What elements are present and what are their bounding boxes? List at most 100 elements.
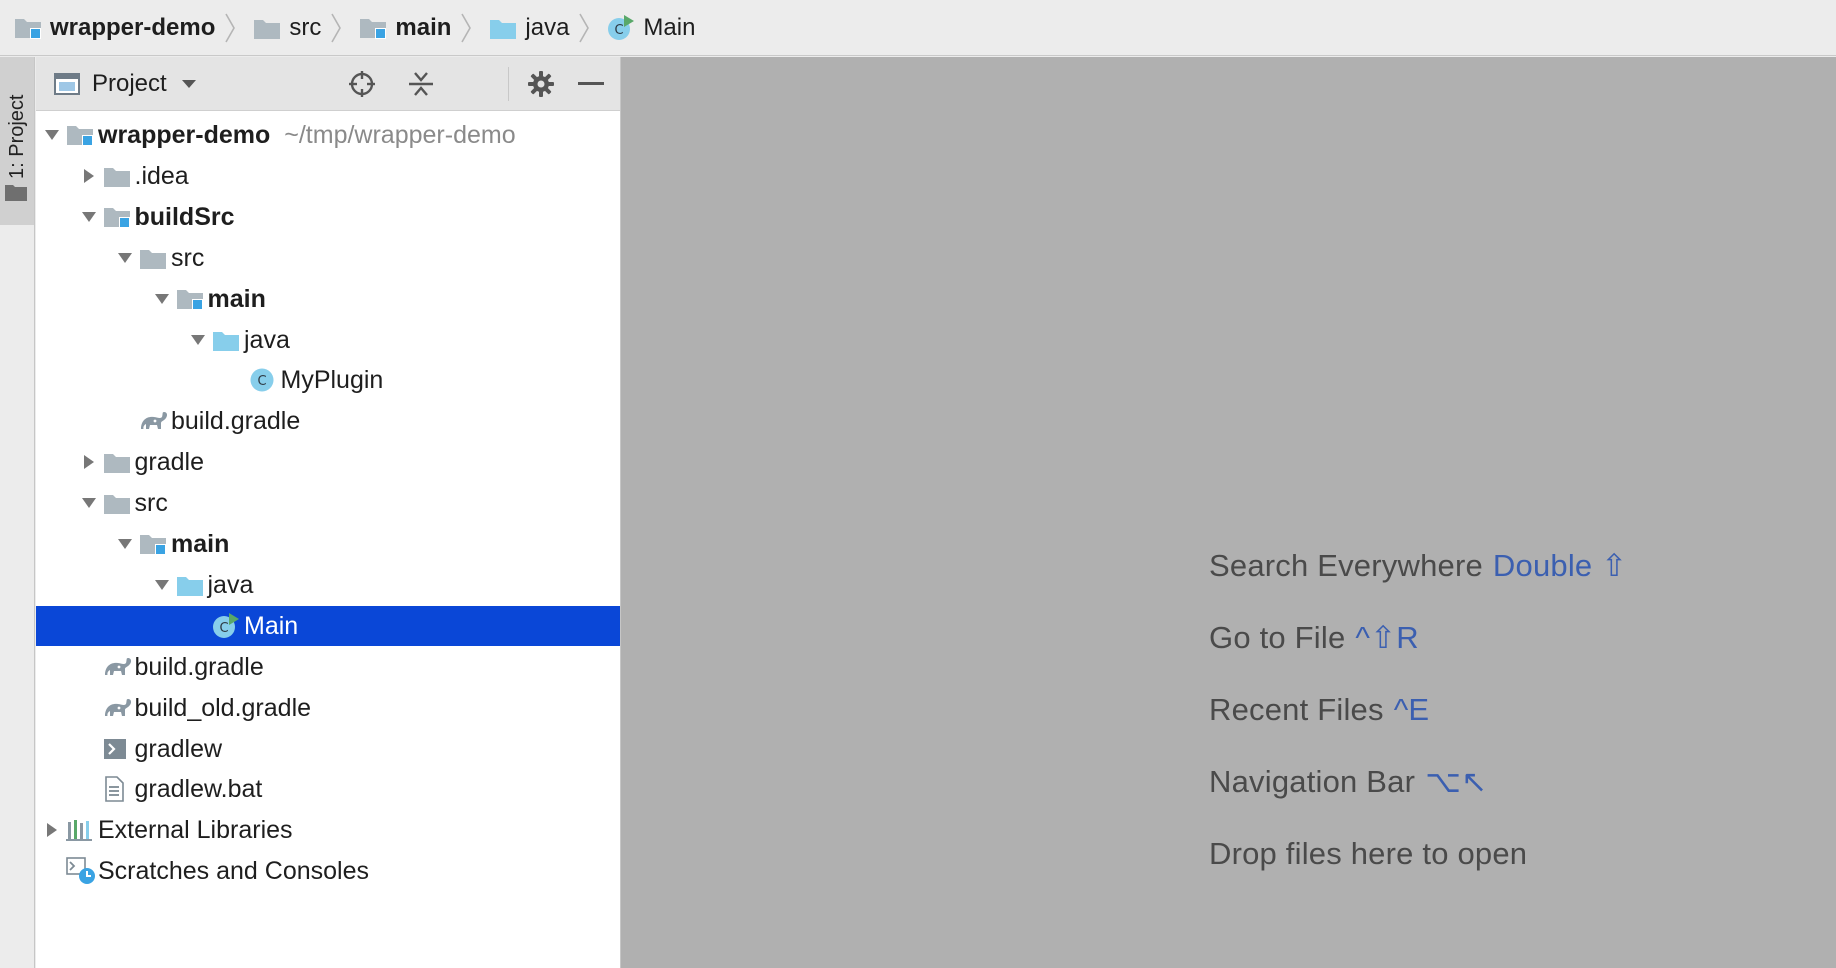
expand-arrow-down-icon[interactable]	[152, 565, 172, 605]
tree-node-name: gradle	[134, 448, 205, 477]
tree-node-label: build.gradle	[171, 401, 300, 441]
tree-node[interactable]: Scratches and Consoles	[36, 851, 620, 891]
minimize-button[interactable]	[575, 68, 607, 100]
settings-button[interactable]	[525, 68, 557, 100]
tree-node-name: .idea	[134, 161, 189, 190]
expand-arrow-down-icon[interactable]	[115, 524, 135, 564]
tree-node[interactable]: src	[36, 483, 620, 523]
shell-script-icon	[103, 729, 127, 769]
left-tool-stripe: 1: Project	[0, 57, 35, 968]
svg-text:C: C	[615, 23, 624, 38]
module-folder-icon	[14, 15, 42, 41]
gradle-icon	[103, 647, 133, 687]
tree-node[interactable]: gradlew	[36, 729, 620, 769]
breadcrumb-item[interactable]: main	[359, 0, 451, 56]
expand-arrow-down-icon[interactable]	[42, 115, 62, 155]
scratches-icon	[66, 851, 96, 891]
tree-node-name: wrapper-demo	[98, 121, 271, 149]
editor-hint-label: Go to File	[1209, 620, 1346, 655]
editor-hint-label: Recent Files	[1209, 692, 1384, 727]
folder-icon	[139, 238, 167, 278]
tree-node-name: MyPlugin	[280, 366, 384, 395]
tree-node[interactable]: build.gradle	[36, 647, 620, 687]
breadcrumb-item[interactable]: src	[253, 0, 321, 56]
folder-icon	[103, 156, 131, 196]
tree-node-label: MyPlugin	[281, 360, 384, 400]
tree-node-label: src	[171, 238, 204, 278]
module-folder-icon	[66, 115, 94, 155]
minimize-icon	[578, 82, 604, 85]
tree-node[interactable]: build.gradle	[36, 401, 620, 441]
tree-node-label: gradlew	[135, 729, 223, 769]
breadcrumb-item[interactable]: C Main	[607, 0, 695, 56]
module-folder-icon	[103, 197, 131, 237]
tree-node-name: java	[207, 570, 254, 599]
project-tool-window-button[interactable]: 1: Project	[0, 57, 34, 225]
tree-node[interactable]: C Main	[36, 605, 620, 646]
breadcrumb-separator-icon	[459, 0, 479, 56]
breadcrumb-label: java	[525, 13, 570, 41]
navigation-bar: wrapper-demo src main java C Main	[0, 0, 1836, 56]
breadcrumb-label: wrapper-demo	[50, 13, 216, 41]
tree-node[interactable]: java	[36, 565, 620, 605]
tree-node-name: build.gradle	[171, 407, 301, 436]
tree-node[interactable]: buildSrc	[36, 197, 620, 237]
expand-arrow-right-icon[interactable]	[79, 156, 99, 196]
source-folder-icon	[176, 565, 204, 605]
tree-node-name: build_old.gradle	[134, 693, 312, 722]
tree-node-name: src	[171, 243, 205, 272]
editor-empty-area[interactable]: Search Everywhere Double ⇧ Go to File ^⇧R Re…	[621, 57, 1836, 968]
tree-node-name: gradlew	[134, 734, 223, 763]
expand-arrow-down-icon[interactable]	[79, 483, 99, 523]
expand-arrow-down-icon[interactable]	[79, 197, 99, 237]
tree-node-name: External Libraries	[98, 816, 293, 845]
tree-node[interactable]: wrapper-demo ~/tmp/wrapper-demo	[36, 115, 620, 155]
tree-node-label: src	[135, 483, 168, 523]
tree-node[interactable]: .idea	[36, 156, 620, 196]
module-folder-icon	[359, 15, 387, 41]
expand-arrow-down-icon[interactable]	[115, 238, 135, 278]
expand-arrow-right-icon[interactable]	[42, 810, 62, 850]
runnable-class-icon: C	[607, 14, 635, 42]
tree-node-name: buildSrc	[134, 202, 235, 231]
project-view-label: Project	[92, 70, 167, 97]
tree-node-name: main	[171, 530, 230, 558]
tree-node-label: gradle	[135, 442, 205, 482]
editor-hint-shortcut: Double ⇧	[1492, 548, 1628, 583]
breadcrumb-separator-icon	[223, 0, 243, 56]
tree-node-name: build.gradle	[134, 652, 264, 681]
expand-arrow-right-icon[interactable]	[79, 442, 99, 482]
editor-hint-shortcut: ^⇧R	[1355, 620, 1419, 655]
tree-node[interactable]: java	[36, 320, 620, 360]
svg-text:C: C	[219, 621, 228, 636]
breadcrumb-item[interactable]: java	[489, 0, 569, 56]
folder-icon	[103, 483, 131, 523]
breadcrumb-label: main	[395, 13, 452, 41]
project-view-icon	[54, 73, 80, 95]
collapse-all-button[interactable]	[405, 68, 437, 100]
tree-node-label: Scratches and Consoles	[98, 851, 369, 891]
tree-node[interactable]: main	[36, 524, 620, 564]
editor-hint-label: Search Everywhere	[1209, 548, 1483, 583]
tree-node[interactable]: gradle	[36, 442, 620, 482]
tree-node-label: java	[244, 320, 290, 360]
project-view-selector[interactable]: Project	[54, 70, 197, 98]
tree-node-label: wrapper-demo ~/tmp/wrapper-demo	[98, 115, 516, 155]
tree-node[interactable]: main	[36, 279, 620, 319]
tree-node[interactable]: src	[36, 238, 620, 278]
expand-arrow-down-icon[interactable]	[152, 279, 172, 319]
editor-hint-shortcut: ⌥↖	[1425, 764, 1488, 799]
collapse-all-icon	[409, 72, 433, 96]
locate-button[interactable]	[346, 68, 378, 100]
module-folder-icon	[139, 524, 167, 564]
tree-node[interactable]: build_old.gradle	[36, 688, 620, 728]
tree-node-name: java	[244, 325, 290, 354]
expand-arrow-down-icon[interactable]	[188, 320, 208, 360]
tree-node[interactable]: C MyPlugin	[36, 360, 620, 400]
folder-icon	[5, 185, 27, 201]
editor-hint: Search Everywhere Double ⇧	[1209, 548, 1627, 584]
tree-node-label: main	[171, 524, 229, 564]
breadcrumb-item[interactable]: wrapper-demo	[14, 0, 215, 56]
tree-node[interactable]: External Libraries	[36, 810, 620, 850]
tree-node[interactable]: gradlew.bat	[36, 769, 620, 809]
